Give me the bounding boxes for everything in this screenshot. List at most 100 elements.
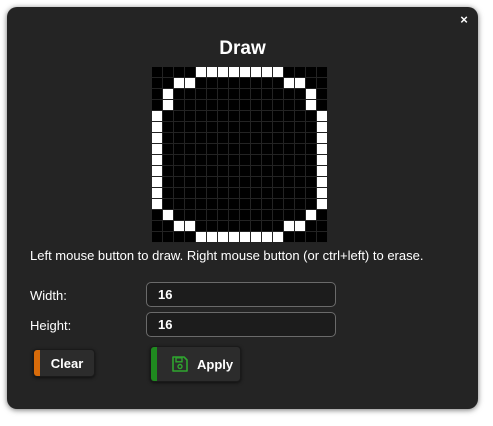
grid-cell[interactable] [196,210,207,221]
grid-cell[interactable] [262,232,273,243]
grid-cell[interactable] [163,221,174,232]
grid-cell[interactable] [306,100,317,111]
grid-cell[interactable] [251,78,262,89]
grid-cell[interactable] [218,89,229,100]
grid-cell[interactable] [229,78,240,89]
grid-cell[interactable] [163,67,174,78]
grid-cell[interactable] [163,177,174,188]
grid-cell[interactable] [295,78,306,89]
grid-cell[interactable] [306,232,317,243]
grid-cell[interactable] [174,210,185,221]
grid-cell[interactable] [240,210,251,221]
grid-cell[interactable] [174,155,185,166]
grid-cell[interactable] [174,199,185,210]
grid-cell[interactable] [196,67,207,78]
grid-cell[interactable] [273,100,284,111]
grid-cell[interactable] [273,188,284,199]
grid-cell[interactable] [207,188,218,199]
grid-cell[interactable] [262,100,273,111]
grid-cell[interactable] [185,78,196,89]
grid-cell[interactable] [163,78,174,89]
grid-cell[interactable] [185,67,196,78]
grid-cell[interactable] [229,221,240,232]
grid-cell[interactable] [229,177,240,188]
grid-cell[interactable] [207,210,218,221]
grid-cell[interactable] [207,89,218,100]
grid-cell[interactable] [185,221,196,232]
grid-cell[interactable] [306,144,317,155]
grid-cell[interactable] [295,155,306,166]
grid-cell[interactable] [295,89,306,100]
grid-cell[interactable] [174,122,185,133]
grid-cell[interactable] [295,221,306,232]
grid-cell[interactable] [152,177,163,188]
grid-cell[interactable] [185,89,196,100]
grid-cell[interactable] [262,177,273,188]
grid-cell[interactable] [273,166,284,177]
grid-cell[interactable] [152,144,163,155]
grid-cell[interactable] [185,232,196,243]
grid-cell[interactable] [251,144,262,155]
grid-cell[interactable] [163,89,174,100]
grid-cell[interactable] [218,67,229,78]
grid-cell[interactable] [317,144,328,155]
grid-cell[interactable] [295,133,306,144]
grid-cell[interactable] [152,221,163,232]
grid-cell[interactable] [207,111,218,122]
grid-cell[interactable] [174,111,185,122]
grid-cell[interactable] [218,78,229,89]
grid-cell[interactable] [306,133,317,144]
grid-cell[interactable] [196,221,207,232]
grid-cell[interactable] [185,188,196,199]
grid-cell[interactable] [163,188,174,199]
apply-button[interactable]: Apply [150,346,241,382]
grid-cell[interactable] [240,111,251,122]
grid-cell[interactable] [262,111,273,122]
grid-cell[interactable] [284,177,295,188]
grid-cell[interactable] [185,155,196,166]
grid-cell[interactable] [152,78,163,89]
grid-cell[interactable] [152,100,163,111]
grid-cell[interactable] [295,210,306,221]
grid-cell[interactable] [251,188,262,199]
grid-cell[interactable] [317,199,328,210]
grid-cell[interactable] [152,210,163,221]
height-input[interactable] [146,312,336,337]
grid-cell[interactable] [240,100,251,111]
grid-cell[interactable] [174,100,185,111]
grid-cell[interactable] [163,122,174,133]
grid-cell[interactable] [185,100,196,111]
grid-cell[interactable] [306,177,317,188]
grid-cell[interactable] [284,133,295,144]
grid-cell[interactable] [240,89,251,100]
grid-cell[interactable] [207,67,218,78]
grid-cell[interactable] [196,155,207,166]
grid-cell[interactable] [251,89,262,100]
grid-cell[interactable] [251,166,262,177]
grid-cell[interactable] [251,232,262,243]
grid-cell[interactable] [262,144,273,155]
grid-cell[interactable] [273,210,284,221]
grid-cell[interactable] [207,133,218,144]
grid-cell[interactable] [196,166,207,177]
grid-cell[interactable] [317,122,328,133]
grid-cell[interactable] [196,111,207,122]
grid-cell[interactable] [295,67,306,78]
grid-cell[interactable] [262,210,273,221]
grid-cell[interactable] [152,133,163,144]
grid-cell[interactable] [229,111,240,122]
grid-cell[interactable] [207,100,218,111]
grid-cell[interactable] [262,133,273,144]
grid-cell[interactable] [218,111,229,122]
grid-cell[interactable] [218,177,229,188]
grid-cell[interactable] [174,78,185,89]
grid-cell[interactable] [295,177,306,188]
grid-cell[interactable] [284,67,295,78]
grid-cell[interactable] [273,221,284,232]
grid-cell[interactable] [229,133,240,144]
grid-cell[interactable] [163,199,174,210]
grid-cell[interactable] [229,144,240,155]
grid-cell[interactable] [306,199,317,210]
grid-cell[interactable] [306,122,317,133]
grid-cell[interactable] [317,232,328,243]
